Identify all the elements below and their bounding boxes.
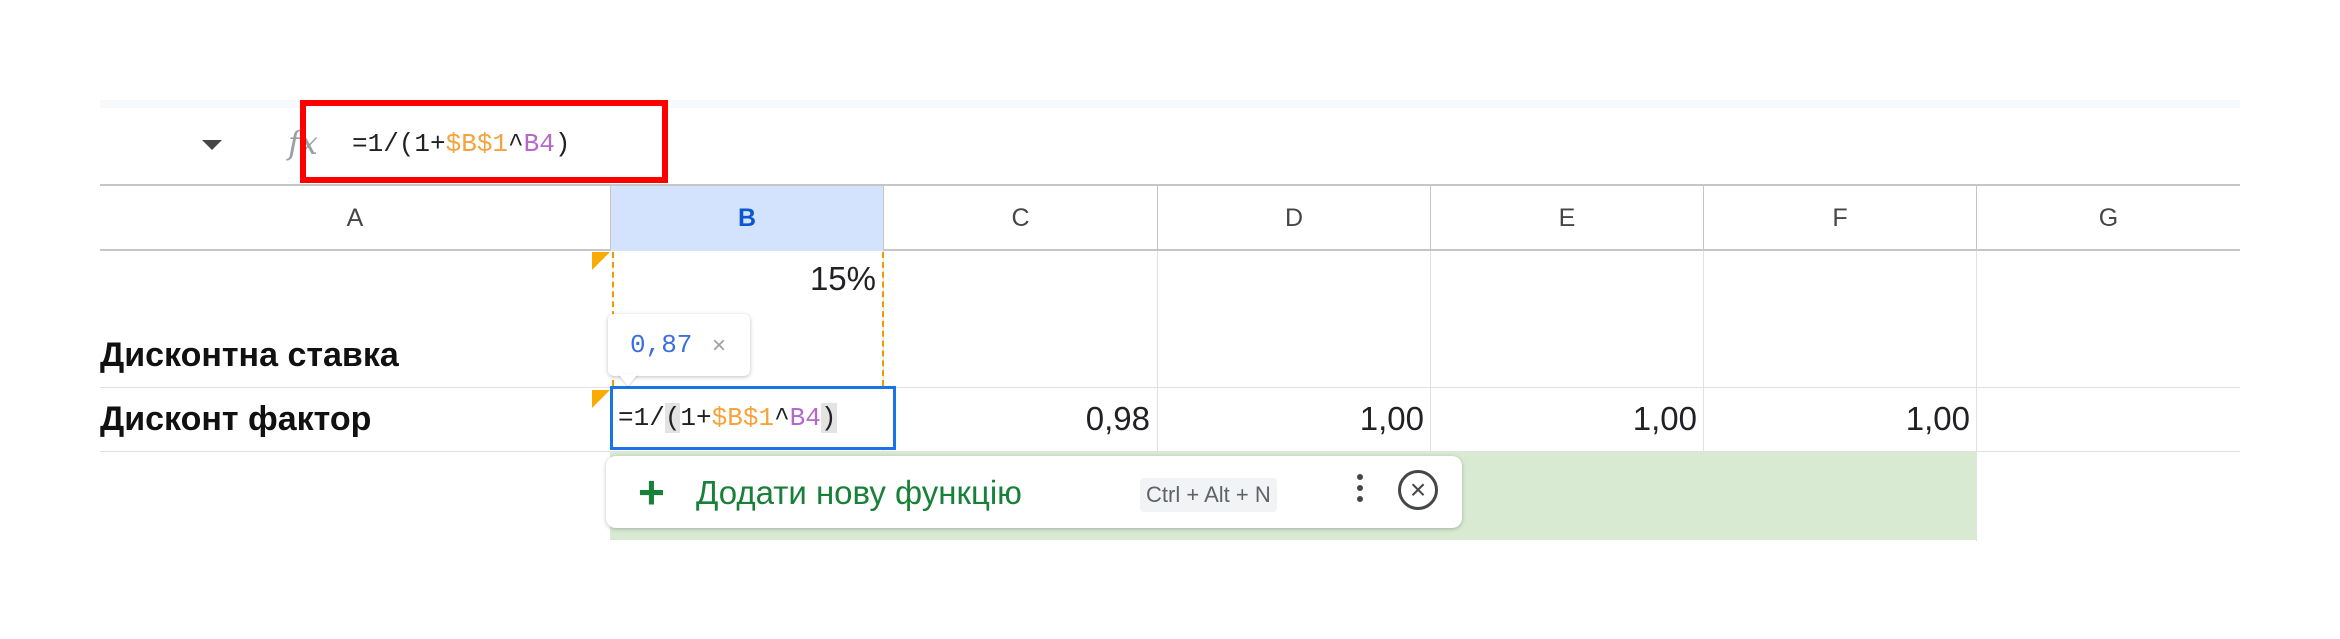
column-header-c[interactable]: C bbox=[884, 186, 1157, 251]
grid-line bbox=[100, 387, 2240, 388]
plus-icon[interactable]: + bbox=[638, 466, 678, 518]
formula-ref-b1: $B$1 bbox=[711, 403, 775, 433]
cell-a-discount-factor[interactable]: Дисконт фактор bbox=[100, 400, 371, 439]
column-header-e[interactable]: E bbox=[1431, 186, 1703, 251]
formula-paren: ) bbox=[820, 403, 837, 433]
shortcut-badge: Ctrl + Alt + N bbox=[1140, 478, 1277, 512]
note-marker bbox=[592, 390, 610, 408]
dismiss-icon[interactable]: × bbox=[1398, 470, 1438, 510]
copy-border bbox=[882, 252, 884, 386]
tooltip-value: 0,87 bbox=[630, 330, 693, 360]
formula-part: 1+ bbox=[680, 403, 712, 433]
note-marker bbox=[592, 252, 610, 270]
add-function-label[interactable]: Додати нову функцію bbox=[696, 470, 1022, 516]
cell-b1[interactable]: 15% bbox=[612, 260, 876, 298]
column-header-a[interactable]: A bbox=[100, 186, 610, 251]
tooltip-tail bbox=[618, 374, 638, 386]
cell-e-discount-factor[interactable]: 1,00 bbox=[1431, 400, 1697, 438]
formula-highlight-box bbox=[300, 100, 668, 183]
formula-ref-b4: B4 bbox=[789, 403, 821, 433]
col-divider bbox=[1976, 251, 1977, 541]
more-vert-icon[interactable] bbox=[1350, 470, 1370, 514]
column-header-g[interactable]: G bbox=[1977, 186, 2240, 251]
cell-f-discount-factor[interactable]: 1,00 bbox=[1704, 400, 1970, 438]
cell-a-discount-rate[interactable]: Дисконтна ставка bbox=[100, 336, 399, 375]
column-header-d[interactable]: D bbox=[1158, 186, 1430, 251]
name-box-dropdown-icon[interactable] bbox=[200, 138, 224, 152]
cell-d-discount-factor[interactable]: 1,00 bbox=[1158, 400, 1424, 438]
column-header-b[interactable]: B bbox=[611, 186, 883, 251]
active-cell-formula[interactable]: =1/(1+$B$1^B4) bbox=[618, 392, 837, 444]
formula-paren: ( bbox=[664, 403, 681, 433]
tooltip-close-icon[interactable]: × bbox=[712, 332, 726, 360]
column-header-f[interactable]: F bbox=[1704, 186, 1976, 251]
cell-c-discount-factor[interactable]: 0,98 bbox=[884, 400, 1150, 438]
formula-part: ^ bbox=[774, 403, 790, 433]
formula-part: =1/ bbox=[618, 403, 665, 433]
